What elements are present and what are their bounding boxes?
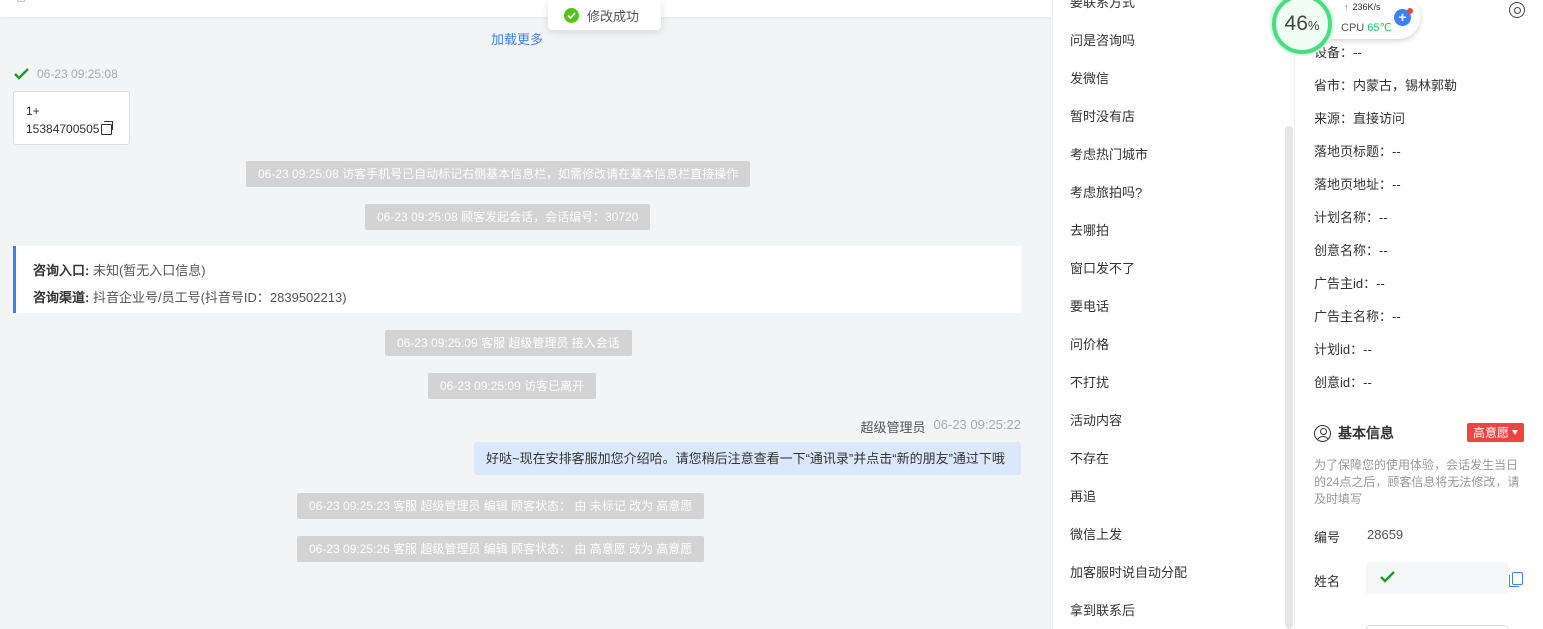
quick-reply-item[interactable]: 不打扰 (1070, 372, 1109, 391)
channel-label: 咨询渠道: (33, 290, 90, 305)
phone-number: 15384700505 (26, 122, 100, 136)
quick-reply-item[interactable]: 加客服时说自动分配 (1070, 562, 1187, 581)
quick-reply-item[interactable]: 活动内容 (1070, 410, 1122, 429)
quick-reply-item[interactable]: 不存在 (1070, 448, 1109, 467)
cpu-label: CPU (1341, 22, 1365, 34)
id-value: 28659 (1367, 527, 1404, 542)
info-landing-url: 落地页地址：-- (1314, 177, 1401, 192)
info-advertiser-id: 广告主id：-- (1314, 276, 1385, 291)
entry-label: 咨询入口: (33, 263, 90, 278)
quick-reply-item[interactable]: 去哪拍 (1070, 220, 1109, 239)
cpu-usage-unit: % (1307, 18, 1320, 33)
quick-reply-item[interactable]: 考虑旅拍吗? (1070, 182, 1142, 201)
quick-reply-item[interactable]: 考虑热门城市 (1070, 144, 1148, 163)
quick-reply-item[interactable]: 发微信 (1070, 68, 1109, 87)
agent-message-bubble: 好哒~现在安排客服加您介绍哈。请您稍后注意查看一下“通讯录”并点击“新的朋友”通… (474, 442, 1021, 475)
quick-reply-item[interactable]: 暂时没有店 (1070, 106, 1135, 125)
name-label: 姓名 (1314, 574, 1341, 589)
customer-info-panel: 设备：-- 省市：内蒙古，锡林郭勒 来源：直接访问 落地页标题：-- 落地页地址… (1294, 0, 1543, 629)
info-plan-name: 计划名称：-- (1314, 210, 1388, 225)
info-source: 来源：直接访问 (1314, 111, 1406, 126)
plus-icon[interactable]: + (1394, 8, 1413, 26)
intent-status-dropdown[interactable]: 高意愿 (1467, 423, 1525, 442)
info-plan-id: 计划id：-- (1314, 342, 1372, 357)
visitor-message-meta: 06-23 09:25:08 (14, 67, 118, 81)
header-fragment (17, 0, 25, 2)
quick-reply-item[interactable]: 窗口发不了 (1070, 258, 1135, 277)
check-icon (1380, 571, 1395, 583)
cpu-monitor-widget[interactable]: 46% ↑ 236K/s CPU 65℃ + (1272, 0, 1420, 54)
channel-value: 抖音企业号/员工号(抖音号ID：2839502213) (92, 290, 347, 305)
quick-reply-item[interactable]: 拿到联系后 (1070, 600, 1135, 619)
quick-reply-item[interactable]: 要联系方式 (1070, 0, 1135, 11)
entry-value: 未知(暂无入口信息) (92, 263, 206, 278)
chat-header (0, 0, 1052, 17)
quick-reply-item[interactable]: 要电话 (1070, 296, 1109, 315)
system-message: 06-23 09:25:23 客服 超级管理员 编辑 顾客状态： 由 未标记 改… (297, 493, 705, 519)
id-label: 编号 (1314, 530, 1341, 545)
cpu-temperature-value: 65℃ (1367, 22, 1392, 34)
cpu-usage-percent: 46 (1284, 12, 1308, 35)
system-message: 06-23 09:25:09 客服 超级管理员 接入会话 (385, 330, 632, 356)
quick-reply-item[interactable]: 再追 (1070, 486, 1096, 505)
intent-status-label: 高意愿 (1473, 426, 1510, 440)
agent-message-meta: 超级管理员 06-23 09:25:22 (861, 417, 1021, 436)
success-toast: 修改成功 (548, 0, 661, 30)
upload-arrow-icon: ↑ (1344, 2, 1349, 12)
user-circle-icon (1314, 424, 1331, 442)
name-field[interactable] (1366, 562, 1508, 594)
network-speed: ↑ 236K/s (1344, 2, 1381, 12)
caret-down-icon (1512, 430, 1519, 435)
visitor-message-time: 06-23 09:25:08 (37, 67, 118, 81)
info-creative-id: 创意id：-- (1314, 375, 1372, 390)
edit-deadline-notice: 为了保障您的使用体验，会话发生当日的24点之后，顾客信息将无法修改，请及时填写 (1314, 458, 1520, 506)
system-message: 06-23 09:25:09 访客已离开 (428, 373, 597, 399)
copy-icon[interactable] (1509, 572, 1523, 587)
system-message: 06-23 09:25:08 访客手机号已自动标记右侧基本信息栏，如需修改请在基… (246, 161, 751, 187)
load-more-link[interactable]: 加载更多 (491, 29, 543, 48)
copy-icon[interactable] (101, 120, 114, 135)
info-region: 省市：内蒙古，锡林郭勒 (1314, 78, 1458, 93)
phone-prefix: 1+ (26, 104, 40, 118)
cpu-temperature: CPU 65℃ (1341, 21, 1392, 34)
info-landing-title: 落地页标题：-- (1314, 144, 1401, 159)
system-message: 06-23 09:25:08 顾客发起会话，会话编号：30720 (365, 204, 651, 230)
quick-reply-item[interactable]: 微信上发 (1070, 524, 1122, 543)
settings-icon[interactable] (1509, 2, 1525, 18)
check-icon (14, 68, 29, 80)
quick-reply-scrollbar[interactable] (1285, 126, 1293, 629)
basic-info-title: 基本信息 (1338, 425, 1394, 441)
check-circle-icon (564, 7, 579, 23)
next-field[interactable] (1366, 625, 1508, 629)
toast-message: 修改成功 (587, 8, 640, 24)
info-creative-name: 创意名称：-- (1314, 243, 1388, 258)
chat-panel: 加载更多 06-23 09:25:08 1+ 15384700505 06-23… (0, 0, 1052, 629)
system-message: 06-23 09:25:26 客服 超级管理员 编辑 顾客状态： 由 高意愿 改… (297, 536, 705, 562)
info-advertiser-name: 广告主名称：-- (1314, 309, 1401, 324)
basic-info-header: 基本信息 (1314, 423, 1394, 443)
agent-name: 超级管理员 (860, 420, 926, 435)
network-speed-value: 236K/s (1352, 2, 1381, 12)
quick-reply-item[interactable]: 问价格 (1070, 334, 1109, 353)
quick-reply-item[interactable]: 问是咨询吗 (1070, 30, 1135, 49)
agent-message-time: 06-23 09:25:22 (933, 417, 1021, 432)
quick-reply-list: 要联系方式 问是咨询吗 发微信 暂时没有店 考虑热门城市 考虑旅拍吗? 去哪拍 … (1052, 0, 1294, 629)
consult-entry-card: 咨询入口: 未知(暂无入口信息) 咨询渠道: 抖音企业号/员工号(抖音号ID：2… (13, 246, 1021, 313)
visitor-phone-message: 1+ 15384700505 (13, 91, 130, 145)
